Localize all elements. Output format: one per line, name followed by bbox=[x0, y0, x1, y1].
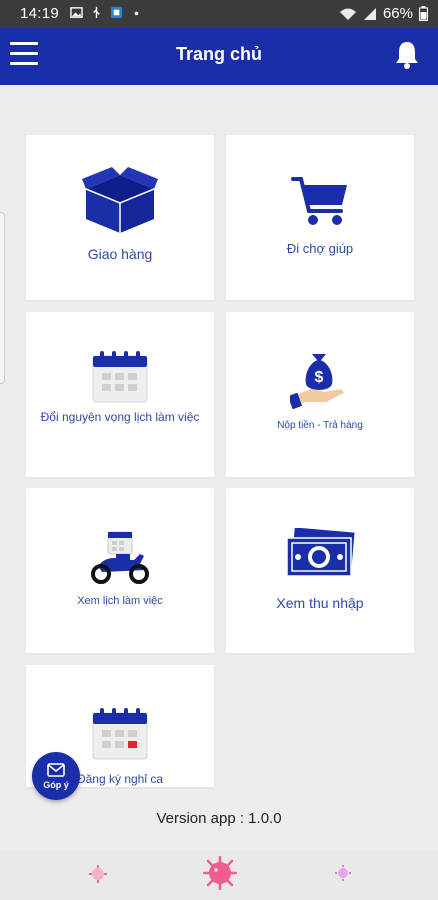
status-bar: 14:19 66% bbox=[0, 0, 438, 28]
calendar-icon bbox=[26, 350, 214, 404]
mail-icon bbox=[47, 763, 65, 777]
status-time: 14:19 bbox=[20, 5, 60, 22]
notification-icons bbox=[70, 6, 143, 19]
doi-nguyen-vong-label: Đổi nguyện vọng lịch làm việc bbox=[40, 410, 200, 424]
motorbike-calendar-icon bbox=[26, 530, 214, 584]
signal-icon bbox=[363, 7, 376, 20]
version-text: Version app : 1.0.0 bbox=[156, 810, 282, 827]
doi-nguyen-vong-card[interactable]: Đổi nguyện vọng lịch làm việc bbox=[26, 312, 214, 477]
xem-thu-nhap-card[interactable]: Xem thu nhập bbox=[226, 488, 414, 653]
money-bag-hand-icon: $ bbox=[226, 352, 414, 410]
xem-lich-card[interactable]: Xem lịch làm việc bbox=[26, 488, 214, 653]
nav-left-icon[interactable] bbox=[88, 864, 108, 889]
di-cho-giup-card[interactable]: Đi chợ giúp bbox=[226, 135, 414, 300]
app-bar: Trang chủ bbox=[0, 28, 438, 85]
battery-icon bbox=[419, 6, 428, 21]
app-icon bbox=[110, 6, 123, 19]
side-drawer-handle[interactable] bbox=[0, 212, 5, 384]
nav-center-icon[interactable] bbox=[202, 855, 238, 895]
xem-thu-nhap-label: Xem thu nhập bbox=[276, 595, 364, 611]
bell-icon[interactable] bbox=[394, 40, 420, 70]
dot-icon bbox=[134, 11, 139, 16]
di-cho-giup-label: Đi chợ giúp bbox=[286, 241, 354, 256]
giao-hang-card[interactable]: Giao hàng bbox=[26, 135, 214, 300]
usb-icon bbox=[93, 6, 100, 19]
nop-tien-card[interactable]: $ Nộp tiền - Trả hàng bbox=[226, 312, 414, 477]
giao-hang-label: Giao hàng bbox=[87, 246, 153, 262]
status-right: 66% bbox=[339, 5, 428, 22]
nop-tien-label: Nộp tiền - Trả hàng bbox=[277, 420, 363, 431]
cart-icon bbox=[226, 175, 414, 227]
box-icon bbox=[26, 167, 214, 233]
feedback-button[interactable]: Góp ý bbox=[32, 752, 80, 800]
wifi-icon bbox=[339, 8, 356, 20]
battery-percent: 66% bbox=[382, 5, 413, 22]
page-title: Trang chủ bbox=[175, 44, 262, 64]
feedback-label: Góp ý bbox=[43, 780, 69, 790]
nav-right-icon[interactable] bbox=[334, 864, 352, 887]
svg-text:$: $ bbox=[315, 369, 324, 386]
image-icon bbox=[70, 7, 83, 18]
xem-lich-label: Xem lịch làm việc bbox=[77, 595, 163, 607]
bottom-nav bbox=[0, 850, 438, 900]
banknote-icon bbox=[226, 528, 414, 580]
